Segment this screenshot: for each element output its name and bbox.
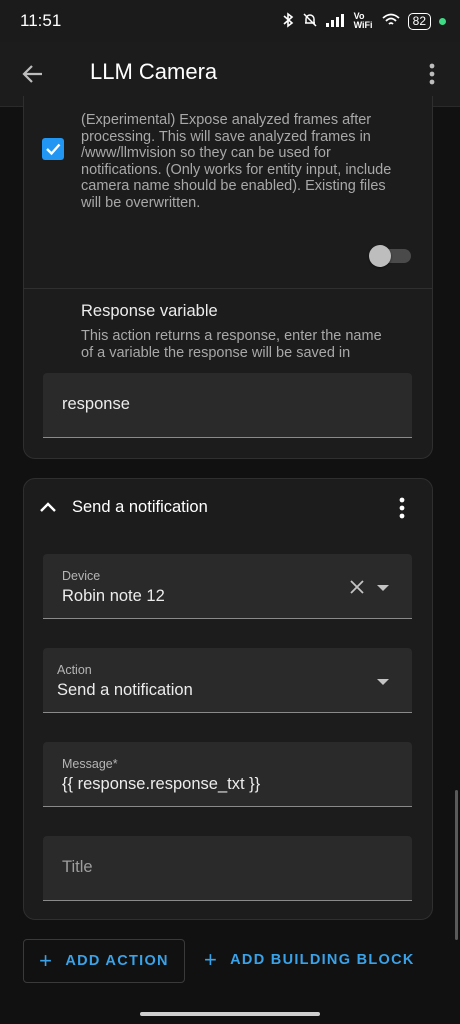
vowifi-label: Vo WiFi: [353, 11, 373, 30]
title-field[interactable]: Title: [43, 836, 412, 901]
status-time: 11:51: [20, 11, 62, 30]
back-arrow-icon[interactable]: [18, 59, 48, 89]
expose-frames-toggle[interactable]: [369, 244, 413, 268]
more-vert-icon[interactable]: [420, 58, 444, 90]
page-title: LLM Camera: [90, 59, 218, 84]
device-value: Robin note 12: [62, 587, 165, 605]
action-label: Action: [57, 663, 92, 677]
signal-icon: [325, 13, 346, 30]
title-placeholder: Title: [62, 858, 93, 876]
expose-frames-description: (Experimental) Expose analyzed frames af…: [81, 112, 392, 211]
llm-action-card: (Experimental) Expose analyzed frames af…: [23, 96, 433, 459]
plus-icon: +: [39, 948, 54, 973]
add-action-button[interactable]: + ADD ACTION: [23, 939, 185, 983]
home-indicator[interactable]: [140, 1012, 320, 1016]
response-variable-field[interactable]: response: [43, 373, 412, 438]
add-building-block-button[interactable]: + ADD BUILDING BLOCK: [204, 939, 415, 981]
notification-card-title: Send a notification: [72, 498, 208, 516]
device-dropdown-icon[interactable]: [377, 585, 389, 591]
expose-frames-checkbox[interactable]: [42, 138, 64, 160]
plus-icon: +: [204, 947, 219, 972]
scrollbar[interactable]: [455, 790, 458, 940]
battery-indicator: 82: [407, 12, 431, 30]
device-label: Device: [62, 569, 101, 583]
device-select[interactable]: Device Robin note 12: [43, 554, 412, 619]
card-more-vert-icon[interactable]: [392, 495, 412, 521]
section-divider: [24, 288, 432, 289]
response-variable-description: This action returns a response, enter th…: [81, 328, 382, 361]
message-field[interactable]: Message* {{ response.response_txt }}: [43, 742, 412, 807]
action-value: Send a notification: [57, 681, 193, 699]
notification-action-card: Send a notification Device Robin note 12…: [23, 478, 433, 920]
add-building-block-label: ADD BUILDING BLOCK: [230, 952, 415, 968]
response-variable-heading: Response variable: [81, 302, 218, 320]
status-bar: 11:51 Vo WiFi 82: [0, 0, 460, 42]
message-label: Message*: [62, 757, 118, 771]
wifi-icon: [382, 13, 400, 30]
add-action-label: ADD ACTION: [65, 953, 169, 969]
status-icons: Vo WiFi 82: [282, 10, 446, 32]
message-value: {{ response.response_txt }}: [62, 775, 261, 793]
collapse-chevron-icon[interactable]: [38, 497, 58, 517]
clear-icon[interactable]: [349, 579, 365, 595]
bluetooth-icon: [282, 11, 294, 31]
action-dropdown-icon[interactable]: [377, 679, 389, 685]
privacy-dot-icon: [439, 17, 446, 25]
response-variable-value: response: [62, 395, 130, 413]
mute-bell-icon: [302, 12, 318, 31]
action-select[interactable]: Action Send a notification: [43, 648, 412, 713]
